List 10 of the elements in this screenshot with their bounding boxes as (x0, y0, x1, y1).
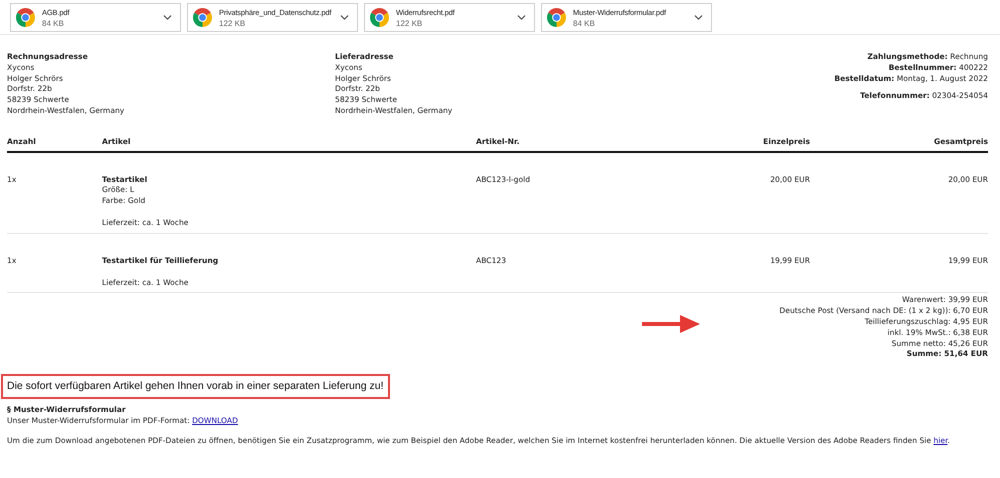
browser-logo-icon (193, 8, 212, 27)
arrow-drawing (640, 313, 702, 336)
notice-message: Die sofort verfügbaren Artikel gehen Ihnen vorab in einer separaten Lieferung zu! (1, 374, 390, 399)
browser-logo-icon (547, 8, 566, 27)
file-size: 122 KB (219, 18, 246, 28)
file-size: 84 KB (42, 18, 65, 28)
browser-logo-icon (370, 8, 389, 27)
file-size: 122 KB (396, 18, 424, 28)
file-size: 84 KB (573, 18, 596, 28)
browser-logo-icon (16, 8, 35, 27)
